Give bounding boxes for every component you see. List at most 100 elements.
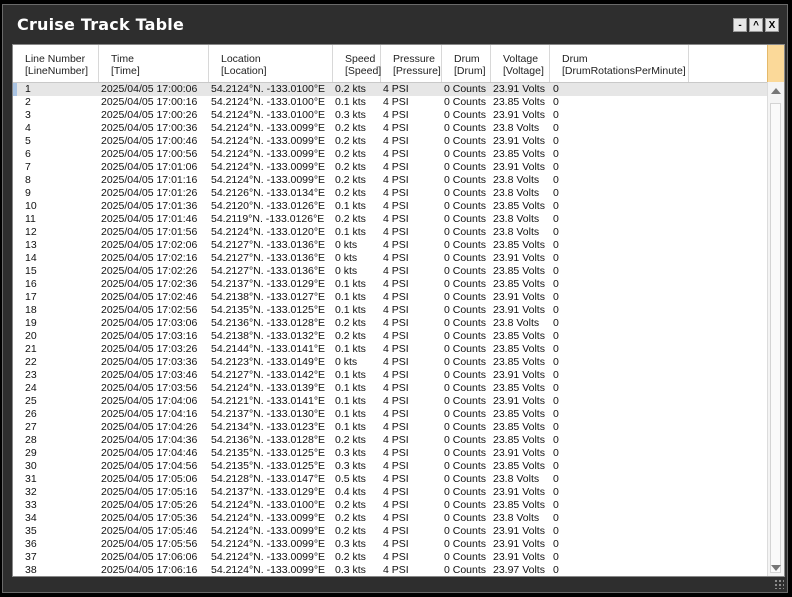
- cell-pressure: 4 PSI: [383, 447, 409, 459]
- cell-voltage: 23.85 Volts: [493, 408, 545, 420]
- table-row[interactable]: 9 2025/04/05 17:01:26 54.2126°N. -133.0134…: [13, 187, 768, 200]
- table-row[interactable]: 8 2025/04/05 17:01:16 54.2124°N. -133.0099…: [13, 174, 768, 187]
- cell-line-number: 12: [25, 226, 37, 238]
- scroll-up-icon[interactable]: [771, 88, 781, 94]
- table-row[interactable]: 36 2025/04/05 17:05:56 54.2124°N. -133.009…: [13, 538, 768, 551]
- cell-pressure: 4 PSI: [383, 486, 409, 498]
- cell-drum-rpm: 0: [553, 265, 559, 277]
- table-row[interactable]: 34 2025/04/05 17:05:36 54.2124°N. -133.009…: [13, 512, 768, 525]
- table-row[interactable]: 31 2025/04/05 17:05:06 54.2128°N. -133.014…: [13, 473, 768, 486]
- cell-speed: 0.1 kts: [335, 369, 366, 381]
- table-row[interactable]: 15 2025/04/05 17:02:26 54.2127°N. -133.013…: [13, 265, 768, 278]
- cell-line-number: 9: [25, 187, 31, 199]
- cell-line-number: 22: [25, 356, 37, 368]
- cell-speed: 0.2 kts: [335, 135, 366, 147]
- scroll-down-icon[interactable]: [771, 565, 781, 571]
- table-row[interactable]: 22 2025/04/05 17:03:36 54.2123°N. -133.014…: [13, 356, 768, 369]
- cell-pressure: 4 PSI: [383, 330, 409, 342]
- table-row[interactable]: 28 2025/04/05 17:04:36 54.2136°N. -133.012…: [13, 434, 768, 447]
- table-row[interactable]: 16 2025/04/05 17:02:36 54.2137°N. -133.012…: [13, 278, 768, 291]
- scroll-thumb[interactable]: [770, 103, 781, 573]
- table-row[interactable]: 4 2025/04/05 17:00:36 54.2124°N. -133.0099…: [13, 122, 768, 135]
- cell-drum-rpm: 0: [553, 473, 559, 485]
- column-header-pressure[interactable]: Pressure [Pressure]: [381, 45, 442, 82]
- column-header-line-number[interactable]: Line Number [LineNumber]: [13, 45, 99, 82]
- cell-speed: 0.1 kts: [335, 343, 366, 355]
- table-row[interactable]: 11 2025/04/05 17:01:46 54.2119°N. -133.012…: [13, 213, 768, 226]
- cell-speed: 0.1 kts: [335, 291, 366, 303]
- column-header-location[interactable]: Location [Location]: [209, 45, 333, 82]
- cell-voltage: 23.97 Volts: [493, 564, 545, 576]
- resize-grip-icon[interactable]: [774, 579, 784, 589]
- cell-line-number: 33: [25, 499, 37, 511]
- cell-line-number: 24: [25, 382, 37, 394]
- cell-location: 54.2124°N. -133.0100°E: [211, 109, 326, 121]
- table-row[interactable]: 25 2025/04/05 17:04:06 54.2121°N. -133.014…: [13, 395, 768, 408]
- maximize-button[interactable]: ^: [749, 18, 763, 32]
- cell-voltage: 23.85 Volts: [493, 200, 545, 212]
- table-row[interactable]: 18 2025/04/05 17:02:56 54.2135°N. -133.012…: [13, 304, 768, 317]
- table-row[interactable]: 21 2025/04/05 17:03:26 54.2144°N. -133.014…: [13, 343, 768, 356]
- table-row[interactable]: 5 2025/04/05 17:00:46 54.2124°N. -133.0099…: [13, 135, 768, 148]
- column-header-voltage[interactable]: Voltage [Voltage]: [491, 45, 550, 82]
- cell-speed: 0.2 kts: [335, 174, 366, 186]
- table-row[interactable]: 13 2025/04/05 17:02:06 54.2127°N. -133.013…: [13, 239, 768, 252]
- cell-pressure: 4 PSI: [383, 460, 409, 472]
- cell-time: 2025/04/05 17:00:16: [101, 96, 198, 108]
- cell-drum: 0 Counts: [444, 226, 487, 238]
- cell-pressure: 4 PSI: [383, 343, 409, 355]
- table-row[interactable]: 20 2025/04/05 17:03:16 54.2138°N. -133.013…: [13, 330, 768, 343]
- close-button[interactable]: X: [765, 18, 779, 32]
- column-header-speed[interactable]: Speed [Speed]: [333, 45, 381, 82]
- column-header-drum-rpm[interactable]: Drum [DrumRotationsPerMinute]: [550, 45, 689, 82]
- vertical-scrollbar[interactable]: [767, 82, 784, 576]
- table-row[interactable]: 30 2025/04/05 17:04:56 54.2135°N. -133.012…: [13, 460, 768, 473]
- cell-drum-rpm: 0: [553, 148, 559, 160]
- cell-location: 54.2137°N. -133.0130°E: [211, 408, 326, 420]
- cell-speed: 0 kts: [335, 252, 358, 264]
- table-row[interactable]: 32 2025/04/05 17:05:16 54.2137°N. -133.012…: [13, 486, 768, 499]
- table-row[interactable]: 1 2025/04/05 17:00:06 54.2124°N. -133.0100…: [13, 83, 768, 96]
- header-corner: [767, 45, 784, 82]
- table-row[interactable]: 23 2025/04/05 17:03:46 54.2127°N. -133.014…: [13, 369, 768, 382]
- table-row[interactable]: 12 2025/04/05 17:01:56 54.2124°N. -133.012…: [13, 226, 768, 239]
- cell-time: 2025/04/05 17:01:06: [101, 161, 198, 173]
- table-row[interactable]: 6 2025/04/05 17:00:56 54.2124°N. -133.0099…: [13, 148, 768, 161]
- cell-time: 2025/04/05 17:00:36: [101, 122, 198, 134]
- table-row[interactable]: 17 2025/04/05 17:02:46 54.2138°N. -133.012…: [13, 291, 768, 304]
- cell-drum-rpm: 0: [553, 356, 559, 368]
- table-row[interactable]: 35 2025/04/05 17:05:46 54.2124°N. -133.009…: [13, 525, 768, 538]
- table-row[interactable]: 7 2025/04/05 17:01:06 54.2124°N. -133.0099…: [13, 161, 768, 174]
- column-header-drum[interactable]: Drum [Drum]: [442, 45, 491, 82]
- table-row[interactable]: 27 2025/04/05 17:04:26 54.2134°N. -133.012…: [13, 421, 768, 434]
- cell-drum: 0 Counts: [444, 330, 487, 342]
- cell-location: 54.2135°N. -133.0125°E: [211, 447, 326, 459]
- cell-drum-rpm: 0: [553, 239, 559, 251]
- table-row[interactable]: 3 2025/04/05 17:00:26 54.2124°N. -133.0100…: [13, 109, 768, 122]
- table-row[interactable]: 37 2025/04/05 17:06:06 54.2124°N. -133.009…: [13, 551, 768, 564]
- table-row[interactable]: 33 2025/04/05 17:05:26 54.2124°N. -133.010…: [13, 499, 768, 512]
- table-row[interactable]: 38 2025/04/05 17:06:16 54.2124°N. -133.009…: [13, 564, 768, 576]
- table-row[interactable]: 26 2025/04/05 17:04:16 54.2137°N. -133.013…: [13, 408, 768, 421]
- cell-voltage: 23.91 Volts: [493, 369, 545, 381]
- cruise-track-grid[interactable]: Line Number [LineNumber] Time [Time] Locatio…: [12, 44, 785, 577]
- table-row[interactable]: 19 2025/04/05 17:03:06 54.2136°N. -133.012…: [13, 317, 768, 330]
- table-row[interactable]: 2 2025/04/05 17:00:16 54.2124°N. -133.0100…: [13, 96, 768, 109]
- table-row[interactable]: 24 2025/04/05 17:03:56 54.2124°N. -133.013…: [13, 382, 768, 395]
- cell-voltage: 23.91 Volts: [493, 252, 545, 264]
- cell-voltage: 23.91 Volts: [493, 525, 545, 537]
- table-row[interactable]: 10 2025/04/05 17:01:36 54.2120°N. -133.012…: [13, 200, 768, 213]
- cell-drum: 0 Counts: [444, 486, 487, 498]
- cell-drum-rpm: 0: [553, 226, 559, 238]
- cell-location: 54.2124°N. -133.0099°E: [211, 564, 326, 576]
- cell-pressure: 4 PSI: [383, 200, 409, 212]
- table-row[interactable]: 14 2025/04/05 17:02:16 54.2127°N. -133.013…: [13, 252, 768, 265]
- column-header-field: [LineNumber]: [25, 65, 89, 77]
- cell-time: 2025/04/05 17:01:56: [101, 226, 198, 238]
- minimize-button[interactable]: -: [733, 18, 747, 32]
- cell-voltage: 23.8 Volts: [493, 187, 540, 199]
- table-row[interactable]: 29 2025/04/05 17:04:46 54.2135°N. -133.012…: [13, 447, 768, 460]
- cell-time: 2025/04/05 17:01:26: [101, 187, 198, 199]
- cell-line-number: 28: [25, 434, 37, 446]
- column-header-time[interactable]: Time [Time]: [99, 45, 209, 82]
